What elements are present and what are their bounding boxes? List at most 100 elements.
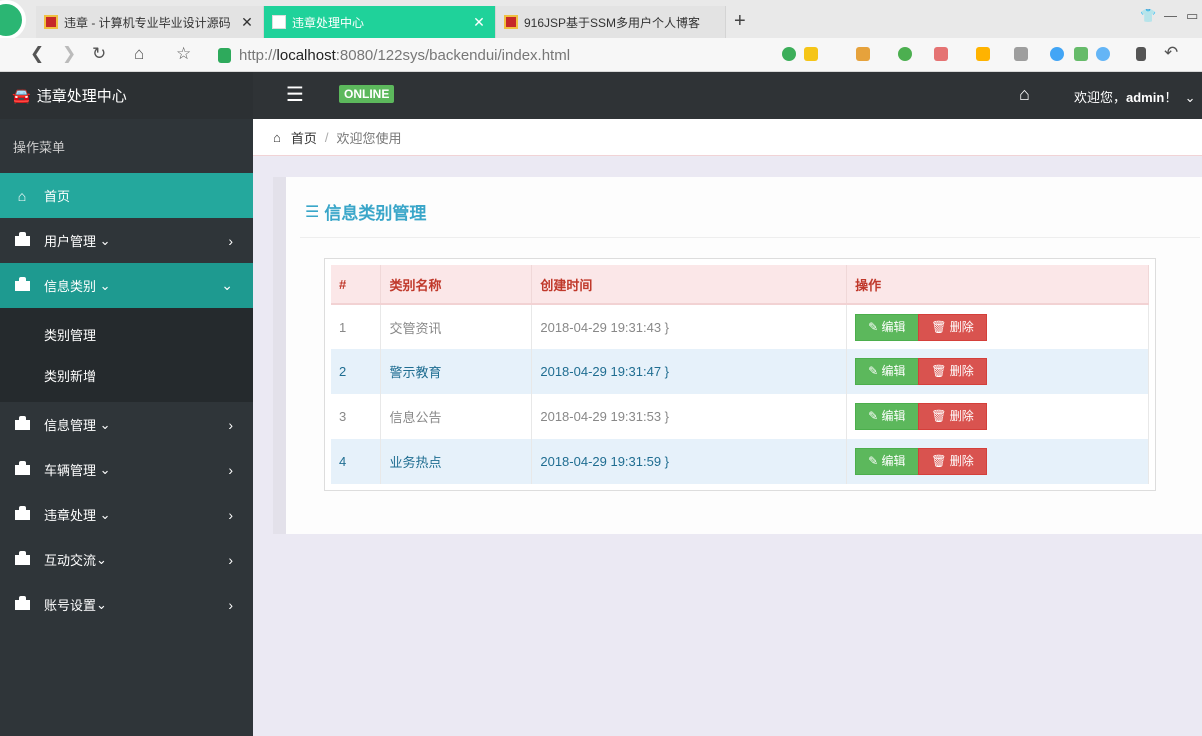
chevron-down-icon: ⌄ bbox=[1180, 90, 1196, 105]
trash-icon: 🗑 bbox=[931, 454, 950, 468]
edit-button[interactable]: ✎ 编辑 bbox=[855, 358, 919, 385]
row-created: 2018-04-29 19:31:53 } bbox=[531, 394, 848, 439]
browser-logo-icon bbox=[0, 0, 26, 40]
delete-button[interactable]: 🗑 删除 bbox=[918, 358, 987, 385]
row-id: 3 bbox=[331, 394, 382, 439]
edit-label: 编辑 bbox=[881, 454, 906, 468]
browser-tab-1[interactable]: 违章 - 计算机专业毕业设计源码 ✕ bbox=[36, 6, 264, 38]
delete-label: 删除 bbox=[949, 454, 974, 468]
minimize-icon[interactable]: — bbox=[1164, 8, 1177, 23]
undo-icon[interactable]: ↶ bbox=[1164, 43, 1178, 63]
row-created: 2018-04-29 19:31:43 } bbox=[531, 304, 848, 349]
column-header: 创建时间 bbox=[531, 265, 848, 305]
car-icon: 🚘 bbox=[12, 87, 31, 105]
brand[interactable]: 🚘 违章处理中心 bbox=[0, 72, 253, 119]
browser-tab-3[interactable]: 916JSP基于SSM多用户个人博客 bbox=[496, 6, 726, 38]
chevron-right-icon: › bbox=[228, 596, 233, 613]
reader-icon[interactable] bbox=[1074, 47, 1088, 61]
gamepad-icon[interactable] bbox=[1014, 47, 1028, 61]
lightning-icon[interactable] bbox=[804, 47, 818, 61]
edit-icon: ✎ bbox=[868, 409, 882, 423]
delete-button[interactable]: 🗑 删除 bbox=[918, 403, 987, 430]
divider bbox=[300, 237, 1200, 238]
back-icon[interactable]: ❮ bbox=[30, 44, 44, 64]
new-tab-icon[interactable]: + bbox=[734, 10, 746, 33]
sidebar-item-interaction[interactable]: 互动交流 ⌄ › bbox=[0, 537, 253, 582]
puzzle-icon bbox=[13, 551, 31, 568]
edit-label: 编辑 bbox=[881, 409, 906, 423]
edit-button[interactable]: ✎ 编辑 bbox=[855, 313, 919, 341]
hamburger-menu-icon[interactable]: ☰ bbox=[286, 85, 304, 105]
user-menu[interactable]: 欢迎您，admin！ ⌄ bbox=[1074, 87, 1195, 106]
category-table-wrap: # 类别名称 创建时间 操作 1 交管资讯 2018-04-29 19:31:4… bbox=[324, 258, 1156, 491]
tab-title: 916JSP基于SSM多用户个人博客 bbox=[524, 15, 701, 30]
panel-title: ☰ 信息类别管理 bbox=[305, 199, 426, 224]
table-header-row: # 类别名称 创建时间 操作 bbox=[331, 265, 1149, 305]
tab-title: 违章处理中心 bbox=[292, 15, 365, 30]
delete-label: 删除 bbox=[949, 364, 974, 378]
row-name: 警示教育 bbox=[380, 349, 533, 394]
sidebar-item-violations[interactable]: 违章处理 ⌄ › bbox=[0, 492, 253, 537]
chevron-right-icon: › bbox=[228, 416, 233, 433]
sidebar-subitem-category-add[interactable]: 类别新增 bbox=[0, 355, 253, 396]
trash-icon: 🗑 bbox=[931, 319, 950, 334]
chevron-right-icon: › bbox=[228, 232, 233, 249]
bookmark-star-icon[interactable]: ☆ bbox=[176, 44, 191, 64]
sidebar-item-users[interactable]: 用户管理 ⌄ › bbox=[0, 218, 253, 263]
window-menu-icon[interactable]: ▭ bbox=[1186, 8, 1198, 24]
forward-icon[interactable]: ❯ bbox=[62, 44, 76, 64]
favicon-icon bbox=[44, 15, 58, 29]
edit-icon: ✎ bbox=[868, 364, 882, 378]
sidebar-item-info-category[interactable]: 信息类别 ⌄ ⌄ bbox=[0, 263, 253, 308]
chevron-down-icon: ⌄ bbox=[96, 461, 111, 477]
browser-tab-2[interactable]: 违章处理中心 ✕ bbox=[264, 6, 496, 38]
delete-button[interactable]: 🗑 删除 bbox=[918, 313, 987, 341]
row-name: 信息公告 bbox=[380, 394, 533, 439]
extension-icon[interactable] bbox=[782, 47, 796, 61]
sidebar-title: 操作菜单 bbox=[13, 139, 66, 155]
sidebar-item-account[interactable]: 账号设置 ⌄ › bbox=[0, 582, 253, 627]
sidebar-item-home[interactable]: ⌂ 首页 bbox=[0, 173, 253, 218]
home-icon[interactable]: ⌂ bbox=[134, 44, 144, 64]
home-icon[interactable]: ⌂ bbox=[1019, 84, 1030, 105]
row-created: 2018-04-29 19:31:47 } bbox=[531, 349, 848, 394]
chevron-right-icon: › bbox=[228, 461, 233, 478]
breadcrumb-home[interactable]: 首页 bbox=[291, 128, 317, 147]
close-tab-icon[interactable]: ✕ bbox=[239, 14, 255, 31]
row-name: 交管资讯 bbox=[380, 304, 533, 349]
delete-label: 删除 bbox=[949, 409, 974, 423]
sidebar-item-label: 车辆管理 bbox=[44, 463, 97, 478]
reload-icon[interactable]: ↻ bbox=[92, 44, 106, 64]
row-id: 1 bbox=[331, 304, 382, 349]
column-header: # bbox=[331, 265, 382, 305]
trash-icon: 🗑 bbox=[931, 409, 950, 423]
sidebar: 操作菜单 ⌂ 首页 用户管理 ⌄ › 信息类别 ⌄ ⌄ 类别管理 类别新增 信息… bbox=[0, 119, 253, 736]
column-header: 操作 bbox=[846, 265, 1149, 305]
sidebar-subitem-category-manage[interactable]: 类别管理 bbox=[0, 314, 253, 355]
sidebar-item-label: 违章处理 bbox=[44, 508, 97, 523]
search-icon[interactable] bbox=[1050, 47, 1064, 61]
sidebar-item-info-manage[interactable]: 信息管理 ⌄ › bbox=[0, 402, 253, 447]
translate-icon[interactable] bbox=[934, 47, 948, 61]
zoom-out-icon[interactable] bbox=[1096, 47, 1110, 61]
url-field[interactable]: http://localhost:8080/122sys/backendui/i… bbox=[218, 43, 778, 67]
url-scheme: http:// bbox=[239, 46, 277, 64]
brand-title: 违章处理中心 bbox=[36, 88, 127, 105]
phone-icon[interactable] bbox=[1136, 47, 1146, 61]
security-icon[interactable] bbox=[898, 47, 912, 61]
edit-button[interactable]: ✎ 编辑 bbox=[855, 448, 919, 475]
apps-icon[interactable] bbox=[856, 47, 870, 61]
online-badge: ONLINE bbox=[339, 85, 395, 103]
edit-button[interactable]: ✎ 编辑 bbox=[855, 403, 919, 430]
chevron-down-icon: ⌄ bbox=[96, 551, 107, 567]
sidebar-item-label: 账号设置 bbox=[44, 598, 97, 613]
delete-button[interactable]: 🗑 删除 bbox=[918, 448, 987, 475]
table-row: 4 业务热点 2018-04-29 19:31:59 } ✎ 编辑 🗑 删除 bbox=[331, 439, 1149, 484]
chevron-down-icon: ⌄ bbox=[96, 506, 111, 522]
shirt-icon[interactable]: 👕 bbox=[1140, 8, 1156, 24]
screenshot-icon[interactable] bbox=[976, 47, 990, 61]
edit-label: 编辑 bbox=[881, 364, 906, 378]
close-tab-icon[interactable]: ✕ bbox=[471, 14, 487, 31]
panel-title-text: 信息类别管理 bbox=[324, 204, 427, 223]
sidebar-item-vehicles[interactable]: 车辆管理 ⌄ › bbox=[0, 447, 253, 492]
